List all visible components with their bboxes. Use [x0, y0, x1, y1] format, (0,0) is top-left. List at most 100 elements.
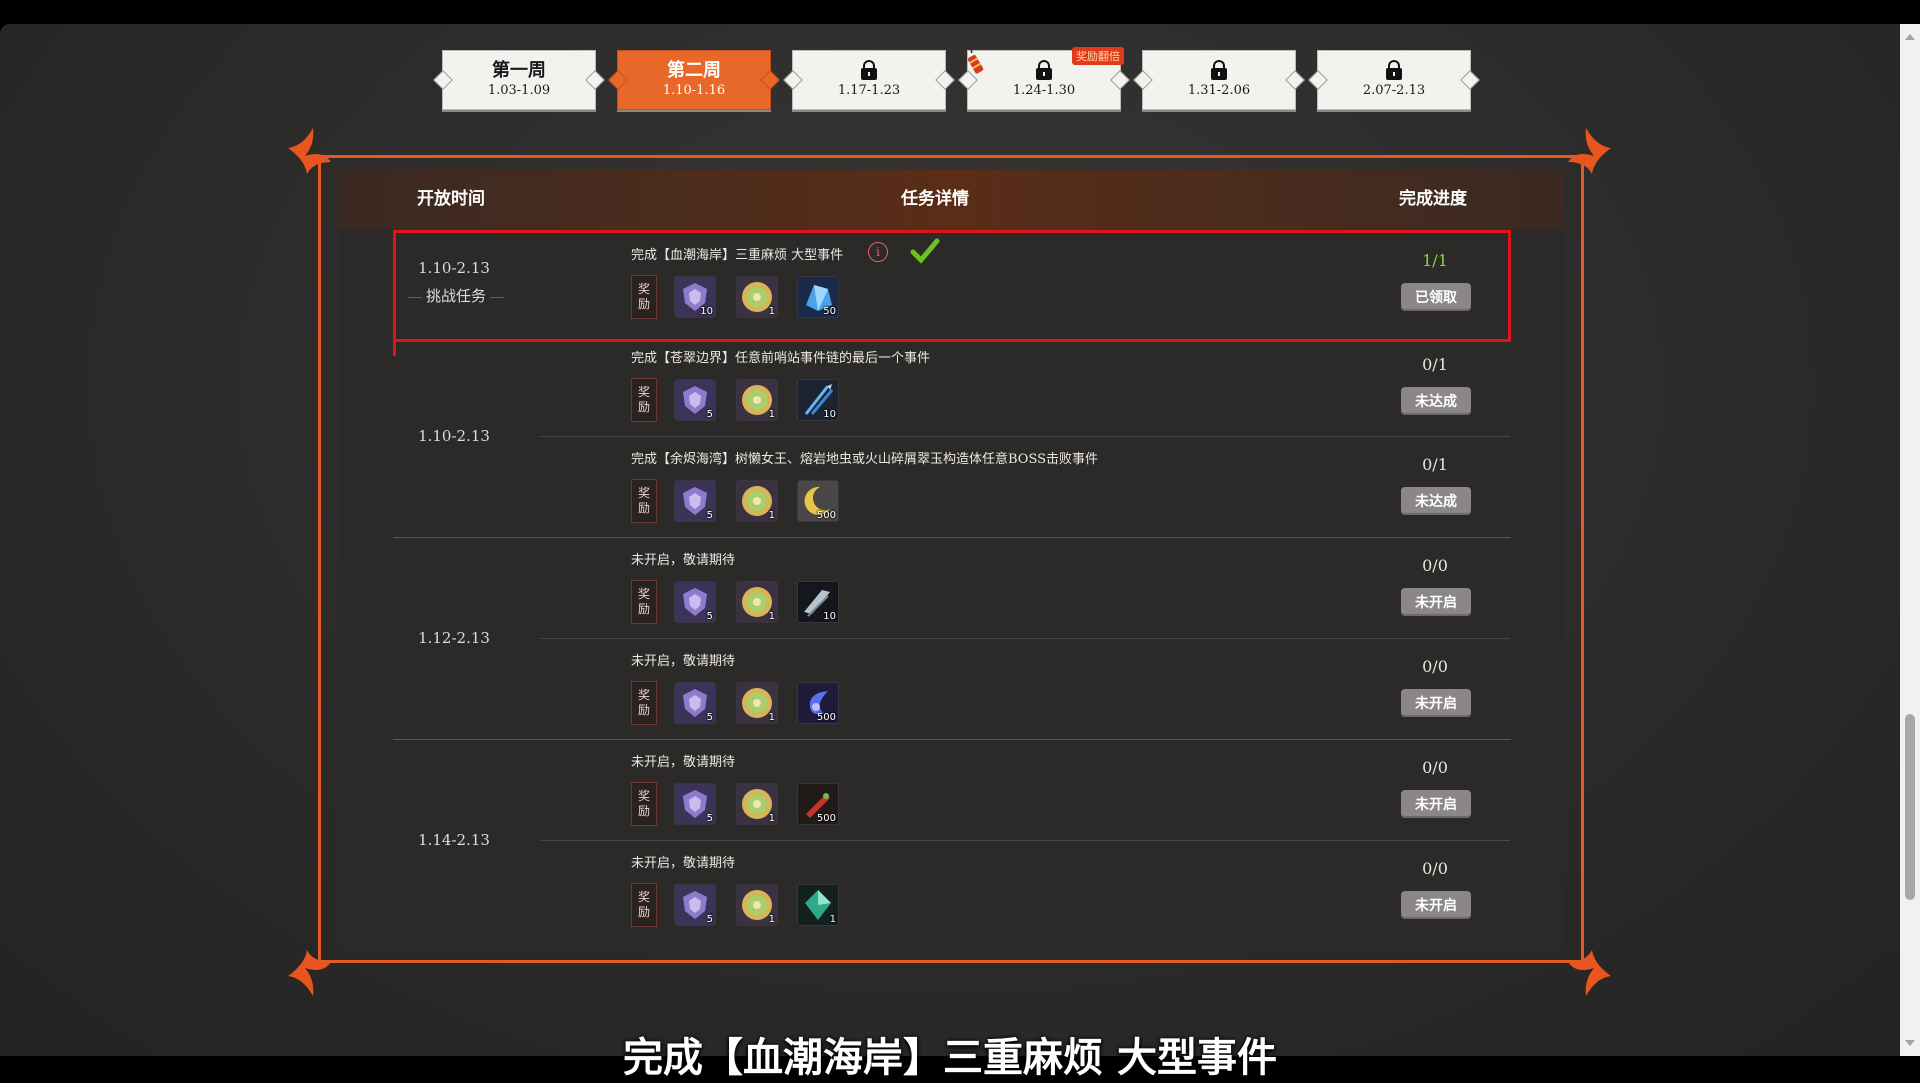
task-status-button[interactable]: 已领取 [1401, 283, 1471, 311]
item-quantity: 5 [706, 611, 713, 622]
group-date: 1.10-2.13 [418, 427, 490, 445]
reward-item-purple-shield[interactable]: 5 [674, 379, 716, 421]
reward-item-green-orb[interactable]: 1 [797, 884, 839, 926]
reward-item-gold-coin[interactable]: 1 [736, 682, 778, 724]
scroll-down-icon[interactable] [1905, 1040, 1915, 1046]
reward-item-purple-shield[interactable]: 5 [674, 480, 716, 522]
reward-label-text: 奖励 [637, 789, 650, 818]
item-quantity: 10 [823, 409, 836, 420]
reward-label: 奖励 [631, 479, 657, 523]
item-quantity: 5 [706, 813, 713, 824]
reward-label: 奖励 [631, 681, 657, 725]
task-description: 未开启，敬请期待 [631, 654, 736, 669]
reward-label: 奖励 [631, 883, 657, 927]
header-open-time: 开放时间 [417, 189, 485, 209]
reward-label: 奖励 [631, 782, 657, 826]
lock-icon [1210, 60, 1228, 80]
row-divider [540, 638, 1510, 639]
reward-label-text: 奖励 [637, 385, 650, 414]
group-divider [393, 739, 1511, 740]
reward-item-gold-coin[interactable]: 1 [736, 379, 778, 421]
tab-week-dates: 1.03-1.09 [487, 83, 551, 98]
reward-item-gold-coin[interactable]: 1 [736, 884, 778, 926]
tab-week-5[interactable]: 1.31-2.06 [1142, 50, 1296, 110]
info-icon[interactable]: i [868, 242, 888, 262]
tab-week-1[interactable]: 第一周 1.03-1.09 [442, 50, 596, 110]
scrollbar[interactable] [1900, 24, 1920, 1056]
reward-item-purple-shield[interactable]: 5 [674, 581, 716, 623]
item-quantity: 500 [816, 712, 836, 723]
reward-item-blade[interactable]: 10 [797, 581, 839, 623]
reward-item-purple-shield[interactable]: 5 [674, 682, 716, 724]
tab-week-dates: 1.31-2.06 [1187, 83, 1251, 98]
reward-label-text: 奖励 [637, 282, 650, 311]
item-quantity: 5 [706, 510, 713, 521]
reward-label: 奖励 [631, 580, 657, 624]
task-progress: 0/1 [1422, 455, 1448, 474]
task-description: 完成【余烬海湾】树懒女王、熔岩地虫或火山碎屑翠玉构造体任意BOSS击败事件 [631, 452, 1099, 467]
tab-week-name: 第一周 [492, 60, 546, 81]
task-status-button[interactable]: 未开启 [1401, 588, 1471, 616]
item-quantity: 1 [768, 914, 775, 925]
item-quantity: 5 [706, 712, 713, 723]
item-quantity: 1 [768, 712, 775, 723]
highlight-box-tail [393, 340, 396, 356]
reward-item-purple-shield[interactable]: 5 [674, 884, 716, 926]
reward-label-text: 奖励 [637, 486, 650, 515]
task-status-button[interactable]: 未达成 [1401, 487, 1471, 515]
challenge-tag: 挑战任务 [404, 285, 508, 306]
header-task-detail: 任务详情 [901, 189, 969, 209]
reward-item-blue-swirl[interactable]: 500 [797, 682, 839, 724]
flame-corner-icon [288, 950, 331, 996]
tab-week-name: 第二周 [667, 60, 721, 81]
group-date: 1.10-2.13 [418, 259, 490, 277]
reward-label-text: 奖励 [637, 688, 650, 717]
highlight-box [393, 230, 1511, 342]
reward-item-gold-coin[interactable]: 1 [736, 581, 778, 623]
item-quantity: 10 [823, 611, 836, 622]
group-divider [393, 537, 1511, 538]
tab-week-4[interactable]: 奖励翻倍 1.24-1.30 [967, 47, 1124, 110]
lock-icon [1035, 60, 1053, 80]
item-quantity: 10 [700, 306, 713, 317]
task-description: 未开启，敬请期待 [631, 856, 736, 871]
check-icon [910, 238, 940, 264]
reward-label: 奖励 [631, 275, 657, 319]
week-tabs: 第一周 1.03-1.09 第二周 1.10-1.16 1.17-1.23 奖励… [442, 47, 1471, 110]
reward-item-gold-coin[interactable]: 1 [736, 783, 778, 825]
scrollbar-thumb[interactable] [1905, 714, 1915, 900]
reward-item-gold-coin[interactable]: 1 [736, 276, 778, 318]
item-quantity: 500 [816, 510, 836, 521]
tab-week-dates: 1.24-1.30 [1012, 83, 1076, 98]
reward-item-purple-shield[interactable]: 10 [674, 276, 716, 318]
reward-item-purple-shield[interactable]: 5 [674, 783, 716, 825]
reward-item-blue-arrows[interactable]: 10 [797, 379, 839, 421]
reward-item-blue-crystal[interactable]: 50 [797, 276, 839, 318]
task-description: 完成【血潮海岸】三重麻烦 大型事件 [631, 248, 844, 263]
task-status-button[interactable]: 未开启 [1401, 689, 1471, 717]
task-status-button[interactable]: 未达成 [1401, 387, 1471, 415]
scroll-up-icon[interactable] [1905, 34, 1915, 40]
group-date: 1.12-2.13 [418, 629, 490, 647]
reward-item-red-gem[interactable]: 500 [797, 783, 839, 825]
task-progress: 0/0 [1422, 758, 1448, 777]
tab-week-2[interactable]: 第二周 1.10-1.16 [617, 50, 771, 110]
reward-item-gold-coin[interactable]: 1 [736, 480, 778, 522]
task-description: 未开启，敬请期待 [631, 755, 736, 770]
item-quantity: 5 [706, 409, 713, 420]
task-progress: 0/0 [1422, 657, 1448, 676]
item-quantity: 50 [823, 306, 836, 317]
task-status-button[interactable]: 未开启 [1401, 891, 1471, 919]
tab-week-3[interactable]: 1.17-1.23 [792, 50, 946, 110]
tab-week-dates: 1.17-1.23 [837, 83, 901, 98]
reward-item-moon[interactable]: 500 [797, 480, 839, 522]
firecracker-icon [967, 47, 984, 74]
task-status-button[interactable]: 未开启 [1401, 790, 1471, 818]
flame-corner-icon [1568, 950, 1611, 996]
double-reward-badge: 奖励翻倍 [1072, 47, 1124, 65]
tab-week-6[interactable]: 2.07-2.13 [1317, 50, 1471, 110]
flame-corner-icon [1568, 128, 1611, 174]
item-quantity: 1 [829, 914, 836, 925]
group-date: 1.14-2.13 [418, 831, 490, 849]
item-quantity: 5 [706, 914, 713, 925]
